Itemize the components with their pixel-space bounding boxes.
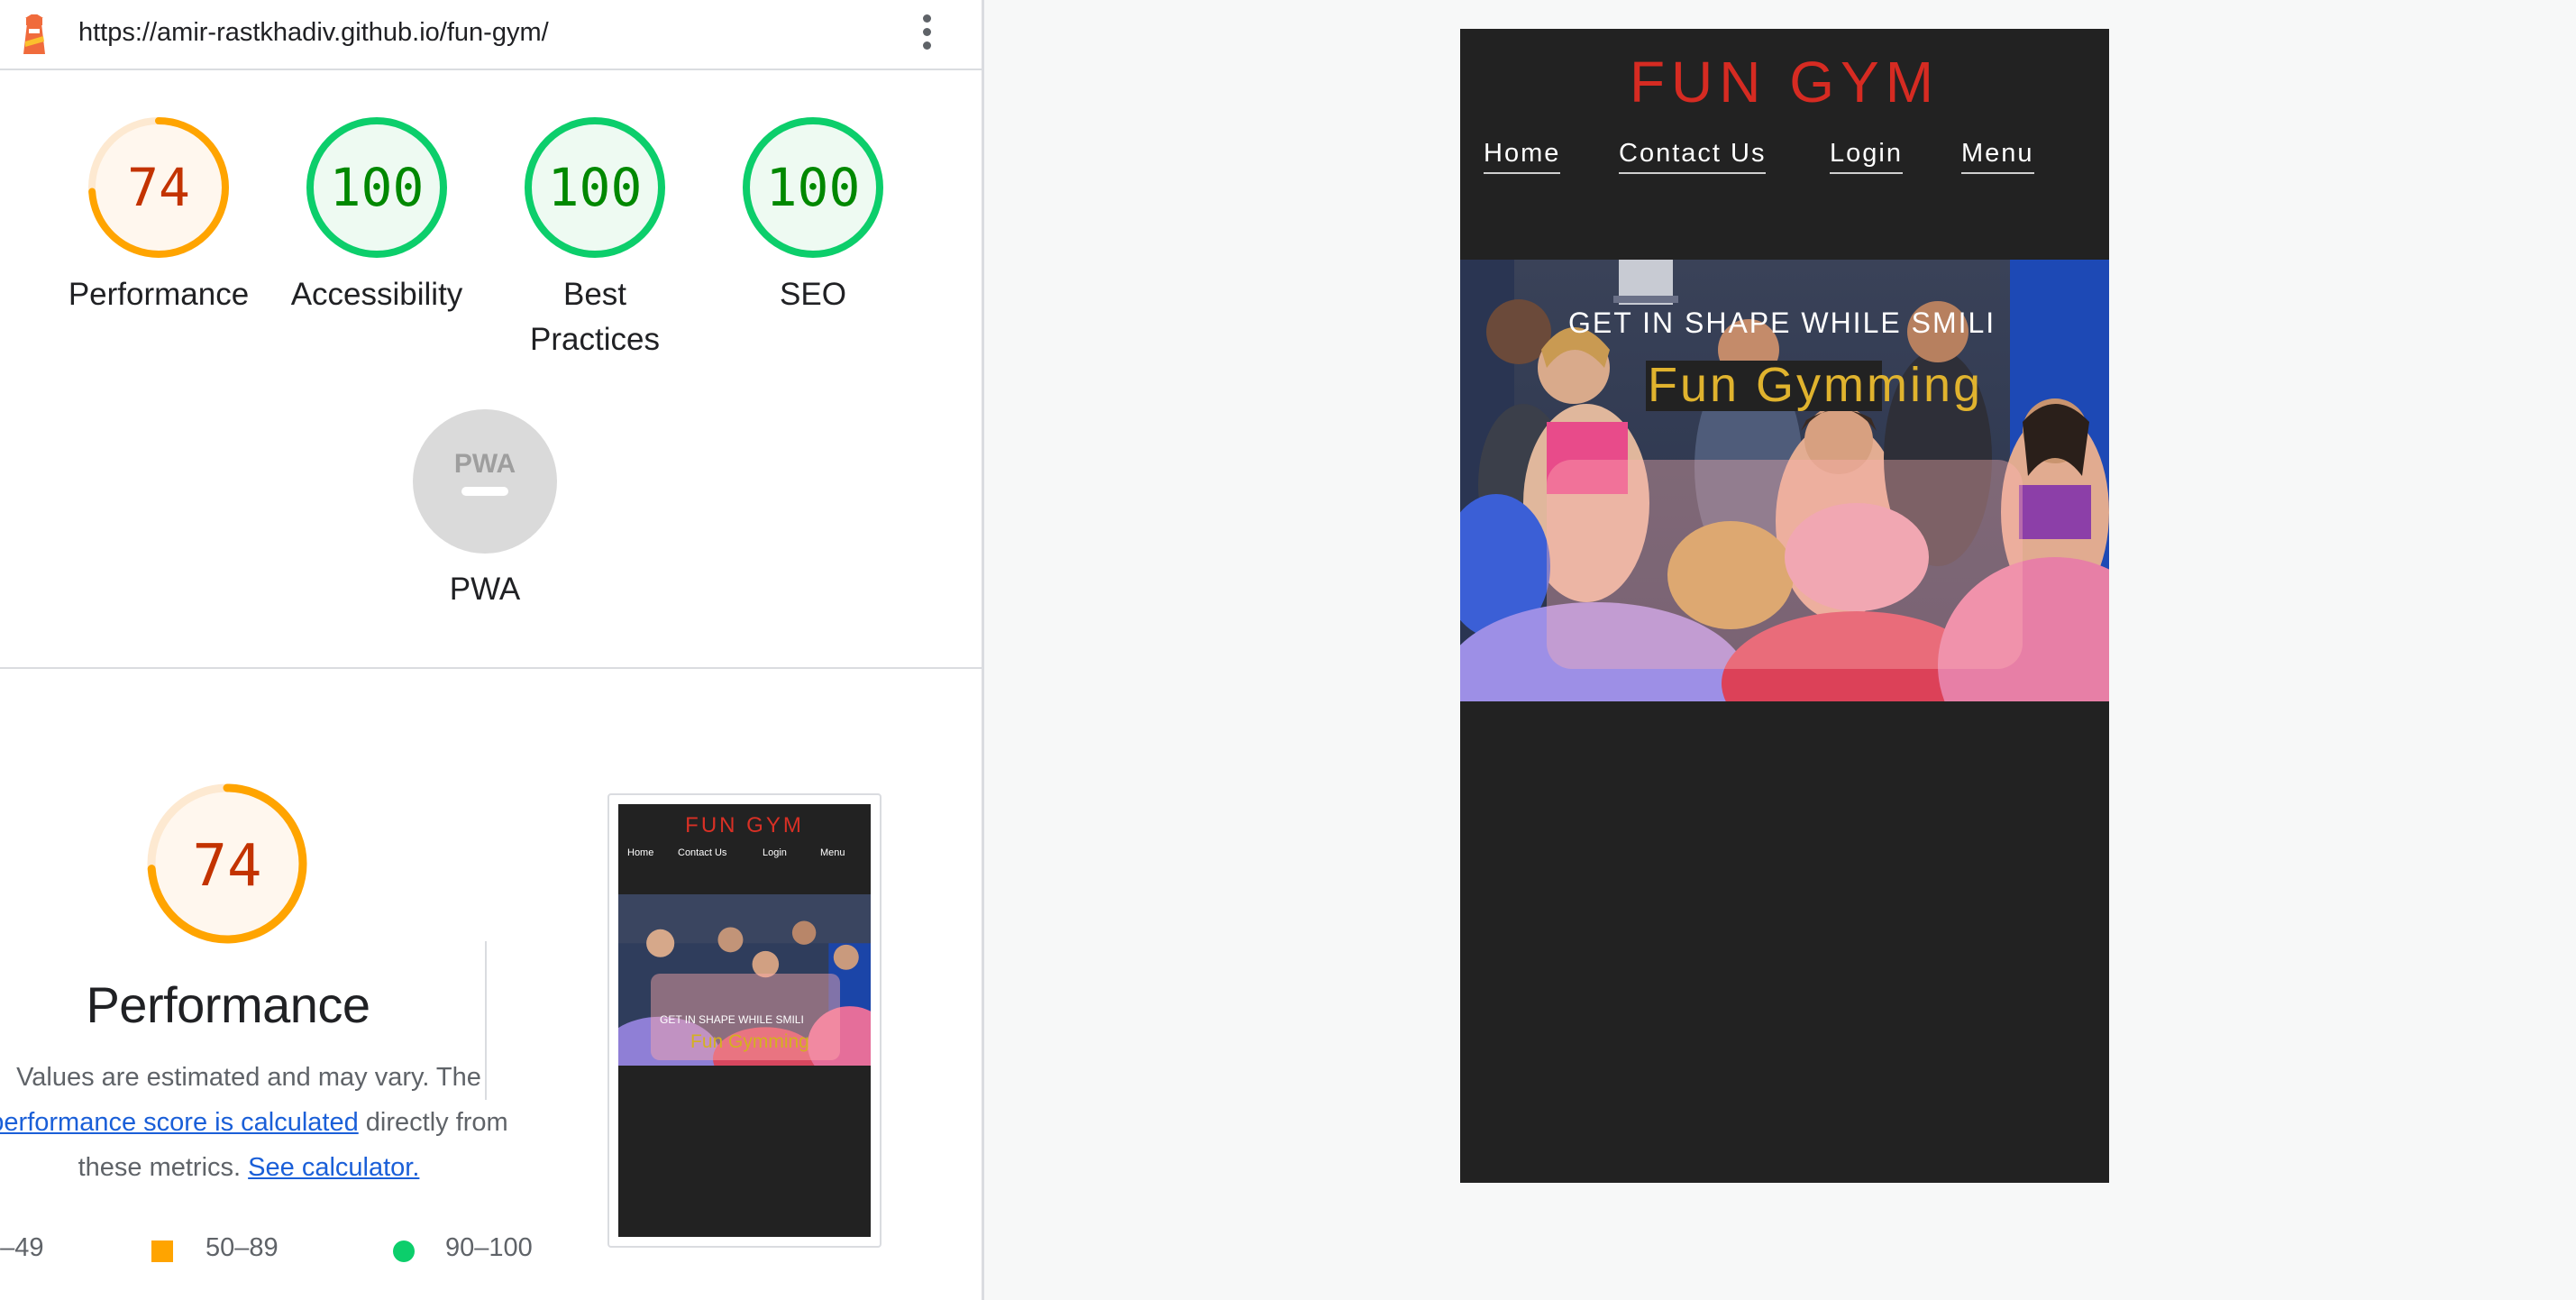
gauge-label: Performance xyxy=(68,277,250,312)
performance-big-gauge: 74 xyxy=(117,781,337,947)
gauge-score: 100 xyxy=(547,157,643,218)
thumbnail-nav-item: Home xyxy=(627,847,654,858)
gauge-score: 100 xyxy=(765,157,861,218)
gauge-label: PWA xyxy=(449,572,521,607)
section-divider xyxy=(0,667,982,669)
gauge-performance[interactable]: 74 Performance xyxy=(50,114,267,317)
green-circle-icon xyxy=(393,1240,415,1262)
thumbnail-nav-item: Contact Us xyxy=(678,847,727,858)
pwa-badge-text: PWA xyxy=(454,449,516,479)
pwa-badge-icon: PWA xyxy=(413,409,557,554)
gauge-score: 100 xyxy=(329,157,425,218)
gauge-label: SEO xyxy=(780,277,846,312)
performance-title: Performance xyxy=(86,976,370,1033)
desc-text: Values are estimated and may vary. The xyxy=(16,1063,481,1092)
nav-contact-link[interactable]: Contact Us xyxy=(1619,139,1767,174)
gauge-seo[interactable]: 100 SEO xyxy=(705,114,921,317)
score-calculated-link[interactable]: performance score is calculated xyxy=(0,1108,359,1137)
legend-red-range: 0–49 xyxy=(0,1233,44,1262)
report-topbar: https://amir-rastkhadiv.github.io/fun-gy… xyxy=(0,0,982,70)
gauge-score: 74 xyxy=(127,157,190,218)
see-calculator-link[interactable]: See calculator. xyxy=(248,1153,419,1182)
hero-overlay-box xyxy=(1547,460,2023,669)
report-url[interactable]: https://amir-rastkhadiv.github.io/fun-gy… xyxy=(78,18,549,48)
score-legend: 0–49 50–89 90–100 xyxy=(0,1233,559,1269)
performance-score: 74 xyxy=(192,833,262,900)
hero-tagline: GET IN SHAPE WHILE SMILI xyxy=(1568,307,1996,339)
hero-subtitle: Fun Gymming xyxy=(1648,358,1984,412)
gauge-label: Accessibility xyxy=(290,277,463,312)
nav-menu-link[interactable]: Menu xyxy=(1961,139,2034,174)
thumbnail-hero-subtitle: Fun Gymming xyxy=(690,1031,809,1052)
orange-square-icon xyxy=(151,1240,173,1262)
nav-login-link[interactable]: Login xyxy=(1830,139,1903,174)
site-logo-title[interactable]: FUN GYM xyxy=(1460,49,2109,115)
legend-green-range: 90–100 xyxy=(445,1233,533,1262)
thumbnail-nav-item: Menu xyxy=(820,847,845,858)
lighthouse-logo-icon xyxy=(23,14,45,54)
gauge-pwa[interactable]: PWA PWA xyxy=(377,407,593,608)
legend-orange-range: 50–89 xyxy=(206,1233,279,1262)
nav-home-link[interactable]: Home xyxy=(1484,139,1561,174)
gauge-best-practices[interactable]: 100 Best Practices xyxy=(487,114,703,362)
lighthouse-report-panel: https://amir-rastkhadiv.github.io/fun-gy… xyxy=(0,0,984,1300)
gauge-accessibility[interactable]: 100 Accessibility xyxy=(269,114,485,317)
thumbnail-title: FUN GYM xyxy=(685,813,804,838)
site-preview: FUN GYM Home Contact Us Login Menu GET I… xyxy=(1460,29,2109,1183)
more-options-icon[interactable] xyxy=(916,14,937,56)
thumbnail-nav-item: Login xyxy=(763,847,787,858)
thumbnail-page: FUN GYM Home Contact Us Login Menu GET I… xyxy=(618,804,871,1237)
gauge-label: Best Practices xyxy=(530,277,660,357)
final-screenshot-thumbnail[interactable]: FUN GYM Home Contact Us Login Menu GET I… xyxy=(607,793,882,1248)
site-nav: Home Contact Us Login Menu xyxy=(1460,139,2109,184)
thumbnail-hero-tagline: GET IN SHAPE WHILE SMILI xyxy=(660,1013,804,1026)
performance-description: Values are estimated and may vary. The p… xyxy=(0,1055,516,1190)
